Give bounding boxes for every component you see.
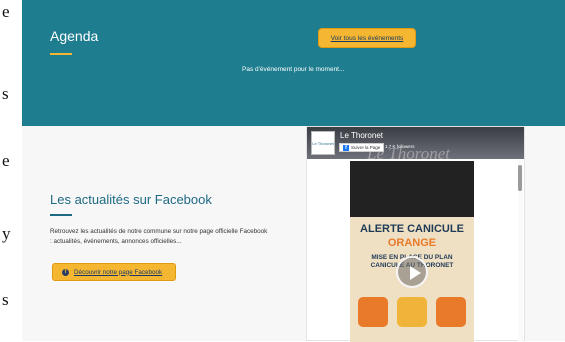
- margin-letter: e: [2, 151, 10, 170]
- discover-facebook-page-button[interactable]: f Découvrir notre page Facebook: [52, 263, 176, 281]
- margin-letter: e: [2, 2, 10, 21]
- facebook-icon: f: [62, 268, 69, 276]
- left-margin-text: e s e y s: [0, 0, 22, 341]
- follow-page-label: Suivre la Page: [351, 145, 381, 150]
- agenda-underline: [50, 53, 72, 55]
- margin-letter: s: [2, 290, 9, 309]
- discover-facebook-page-label: Découvrir notre page Facebook: [74, 268, 163, 276]
- heatwave-poster: ALERTE CANICULE ORANGE MISE EN PLACE DU …: [350, 217, 474, 342]
- facebook-title-underline: [50, 214, 72, 216]
- agenda-section: Agenda Voir tous les événements Pas d'év…: [22, 0, 565, 126]
- facebook-page-embed[interactable]: Le Thoronet Le Thoronet Le Thoronet f Su…: [306, 126, 525, 342]
- drink-icon: [397, 297, 427, 327]
- embed-scrollbar-thumb[interactable]: [518, 165, 522, 191]
- embed-page-name[interactable]: Le Thoronet: [340, 131, 383, 140]
- margin-letter: y: [2, 224, 11, 243]
- no-events-message: Pas d'événement pour le moment...: [242, 66, 345, 73]
- facebook-f-icon: f: [343, 144, 349, 151]
- phone-icon: [358, 297, 388, 327]
- hand-icon: [436, 297, 466, 327]
- play-icon: [410, 266, 421, 280]
- play-button[interactable]: [396, 256, 428, 288]
- poster-line1: ALERTE CANICULE: [360, 223, 464, 235]
- agenda-title: Agenda: [50, 28, 99, 44]
- view-all-events-button[interactable]: Voir tous les événements: [318, 28, 416, 48]
- page-logo[interactable]: Le Thoronet: [311, 131, 335, 155]
- embed-header: Le Thoronet Le Thoronet Le Thoronet f Su…: [307, 127, 524, 159]
- poster-line2: ORANGE: [387, 237, 437, 249]
- post-video[interactable]: ALERTE CANICULE ORANGE MISE EN PLACE DU …: [350, 161, 474, 342]
- facebook-section-description: Retrouvez les actualités de notre commun…: [50, 228, 268, 245]
- page-logo-text: Le Thoronet: [312, 140, 334, 146]
- follow-page-button[interactable]: f Suivre la Page: [339, 143, 385, 152]
- margin-letter: s: [2, 84, 9, 103]
- followers-count: 1,7 K followers: [385, 144, 415, 149]
- video-dark-area: [350, 161, 474, 217]
- facebook-section-title: Les actualités sur Facebook: [50, 192, 212, 207]
